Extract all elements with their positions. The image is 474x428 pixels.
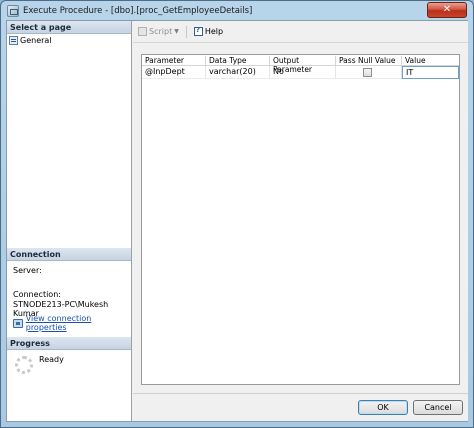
column-header-parameter[interactable]: Parameter (142, 56, 206, 66)
view-connection-properties[interactable]: View connection properties (13, 314, 131, 332)
script-label: Script (149, 27, 173, 36)
connection-properties-icon (13, 318, 23, 328)
progress-spinner-icon (15, 356, 33, 374)
left-pane: Select a page General Connection Server:… (7, 21, 132, 421)
server-label: Server: (13, 266, 42, 275)
connection-header: Connection (7, 248, 131, 261)
cell-pass-null (336, 66, 402, 79)
column-header-pass-null-value[interactable]: Pass Null Value (336, 56, 402, 66)
window-icon (7, 5, 19, 17)
window-title: Execute Procedure - [dbo].[proc_GetEmplo… (23, 6, 253, 16)
pass-null-checkbox[interactable] (363, 68, 372, 77)
parameters-grid: Parameter Data Type Output Parameter Pas… (141, 54, 460, 385)
select-page-header: Select a page (7, 21, 131, 34)
help-icon (193, 26, 203, 36)
table-row: @InpDept varchar(20) No IT (142, 66, 459, 79)
dialog-client-area: Select a page General Connection Server:… (6, 20, 468, 422)
title-bar[interactable]: Execute Procedure - [dbo].[proc_GetEmplo… (1, 1, 473, 21)
help-button[interactable]: Help (192, 24, 225, 40)
help-label: Help (204, 27, 224, 36)
connection-label: Connection: (13, 290, 61, 299)
column-header-output-parameter[interactable]: Output Parameter (270, 56, 336, 74)
cell-output-parameter: No (270, 66, 336, 79)
chevron-down-icon[interactable]: ▼ (174, 28, 179, 35)
cell-parameter: @InpDept (142, 66, 206, 79)
script-icon (138, 27, 147, 36)
page-item-label: General (20, 35, 52, 45)
grid-header: Parameter Data Type Output Parameter Pas… (142, 55, 459, 74)
cancel-button[interactable]: Cancel (413, 400, 463, 415)
value-input[interactable]: IT (402, 66, 459, 79)
page-icon (9, 35, 18, 45)
close-button[interactable]: ✕ (427, 2, 467, 18)
page-item-general[interactable]: General (9, 35, 52, 45)
ok-button[interactable]: OK (358, 400, 408, 415)
execute-procedure-window: Execute Procedure - [dbo].[proc_GetEmplo… (0, 0, 474, 428)
toolbar: Script ▼ Help (133, 21, 468, 43)
column-header-value[interactable]: Value (402, 56, 459, 66)
right-pane: Script ▼ Help Parameter Data Type Output… (133, 21, 468, 393)
dialog-button-bar: OK Cancel (133, 393, 468, 421)
cell-data-type: varchar(20) (206, 66, 270, 79)
column-header-data-type[interactable]: Data Type (206, 56, 270, 66)
progress-status: Ready (39, 355, 64, 364)
view-connection-properties-link[interactable]: View connection properties (26, 314, 131, 332)
script-button[interactable]: Script ▼ (136, 24, 181, 40)
toolbar-separator (185, 25, 187, 38)
progress-header: Progress (7, 337, 131, 350)
